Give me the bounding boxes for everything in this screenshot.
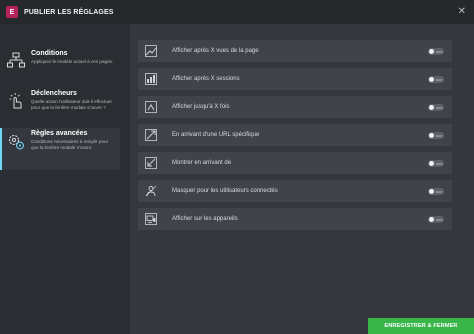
active-indicator [0, 128, 2, 170]
toggle-state-label: NON [435, 133, 443, 138]
save-and-close-button[interactable]: ENREGISTRER & FERMER [368, 318, 474, 334]
toggle-state-label: NON [435, 105, 443, 110]
rule-label: Afficher après X vues de la page [172, 47, 259, 54]
toggle-knob [429, 161, 434, 166]
rule-label: Afficher jusqu'à X fois [172, 103, 230, 110]
rule-toggle[interactable]: NON [428, 188, 444, 195]
rule-row-arrival: Montrer en arrivant de NON [138, 152, 452, 174]
toggle-state-label: NON [435, 77, 443, 82]
rule-toggle[interactable]: NON [428, 132, 444, 139]
rule-toggle[interactable]: NON [428, 76, 444, 83]
sidebar-item-title: Conditions [31, 50, 68, 57]
arrival-icon [145, 157, 157, 169]
click-hand-icon [9, 93, 22, 109]
url-icon [145, 129, 157, 141]
sidebar-item-description: Conditions nécessaires à remplir pour qu… [31, 139, 109, 150]
sidebar-item-title: Déclencheurs [31, 90, 77, 97]
settings-gears-icon [8, 134, 24, 150]
devices-icon [145, 213, 157, 225]
dialog-title: PUBLIER LES RÉGLAGES [24, 8, 114, 16]
rule-row-page-views: Afficher après X vues de la page NON [138, 40, 452, 62]
sitemap-icon [7, 52, 25, 68]
rule-label: Afficher sur les appareils [172, 215, 238, 222]
sidebar-item-conditions[interactable]: Conditions Appliquez le modèle actuel à … [0, 48, 120, 90]
toggle-knob [429, 217, 434, 222]
rule-toggle[interactable]: NON [428, 104, 444, 111]
sidebar-item-title: Règles avancées [31, 130, 88, 137]
rule-toggle[interactable]: NON [428, 160, 444, 167]
toggle-knob [429, 105, 434, 110]
rule-row-sessions: Afficher après X sessions NON [138, 68, 452, 90]
sidebar-item-triggers[interactable]: Déclencheurs Quelle action l'utilisateur… [0, 88, 120, 130]
toggle-state-label: NON [435, 217, 443, 222]
title-bar: E PUBLIER LES RÉGLAGES ✕ [0, 0, 474, 24]
toggle-state-label: NON [435, 49, 443, 54]
rule-label: Afficher après X sessions [172, 75, 240, 82]
sidebar-item-description: Quelle action l'utilisateur doit-il effe… [31, 99, 112, 110]
rule-row-times: Afficher jusqu'à X fois NON [138, 96, 452, 118]
toggle-knob [429, 189, 434, 194]
page-views-icon [145, 45, 157, 57]
sessions-icon [145, 73, 157, 85]
elementor-logo-icon: E [6, 6, 18, 18]
toggle-state-label: NON [435, 189, 443, 194]
rule-row-url: En arrivant d'une URL spécifique NON [138, 124, 452, 146]
rule-toggle[interactable]: NON [428, 216, 444, 223]
rule-row-devices: Afficher sur les appareils NON [138, 208, 452, 230]
hide-users-icon [145, 185, 157, 197]
close-icon[interactable]: ✕ [458, 6, 466, 18]
rule-row-logged-in-users: Masquer pour les utilisateurs connectés … [138, 180, 452, 202]
toggle-knob [429, 49, 434, 54]
times-icon [145, 101, 157, 113]
rule-label: En arrivant d'une URL spécifique [172, 131, 260, 138]
sidebar-item-description: Appliquez le modèle actuel à ces pages. [31, 59, 114, 64]
settings-sidebar: Conditions Appliquez le modèle actuel à … [0, 24, 130, 334]
rule-label: Montrer en arrivant de [172, 159, 232, 166]
rule-toggle[interactable]: NON [428, 48, 444, 55]
toggle-knob [429, 133, 434, 138]
toggle-state-label: NON [435, 161, 443, 166]
toggle-knob [429, 77, 434, 82]
sidebar-item-advanced-rules[interactable]: Règles avancées Conditions nécessaires à… [0, 128, 120, 170]
rule-label: Masquer pour les utilisateurs connectés [172, 187, 278, 194]
